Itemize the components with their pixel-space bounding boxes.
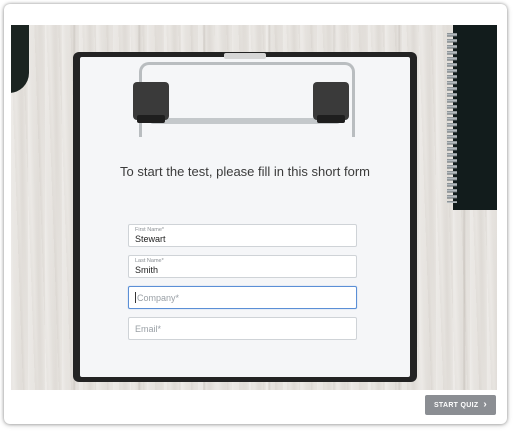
- text-caret: [135, 292, 136, 303]
- form-title: To start the test, please fill in this s…: [120, 164, 370, 179]
- last-name-field[interactable]: Last Name* Smith: [128, 255, 357, 278]
- email-placeholder: Email*: [135, 324, 162, 334]
- notebook-decoration: [453, 25, 497, 210]
- company-placeholder: Company*: [137, 293, 180, 303]
- email-field[interactable]: Email*: [128, 317, 357, 340]
- last-name-value: Smith: [135, 265, 159, 275]
- plant-leaf-decoration: [11, 25, 29, 93]
- clip-wire-lower: [150, 118, 340, 124]
- start-quiz-label: START QUIZ: [433, 401, 479, 409]
- notebook-spiral: [447, 33, 457, 203]
- clip-bar: [224, 53, 266, 59]
- first-name-field[interactable]: First Name* Stewart: [128, 224, 357, 247]
- start-quiz-button[interactable]: START QUIZ ›: [425, 395, 496, 415]
- company-field[interactable]: Company*: [128, 286, 357, 309]
- first-name-label: First Name*: [135, 227, 165, 233]
- clip-right-grip: [313, 82, 349, 123]
- last-name-label: Last Name*: [135, 258, 164, 264]
- first-name-value: Stewart: [135, 234, 166, 244]
- clip-left-grip: [133, 82, 169, 123]
- chevron-right-icon: ›: [483, 399, 488, 410]
